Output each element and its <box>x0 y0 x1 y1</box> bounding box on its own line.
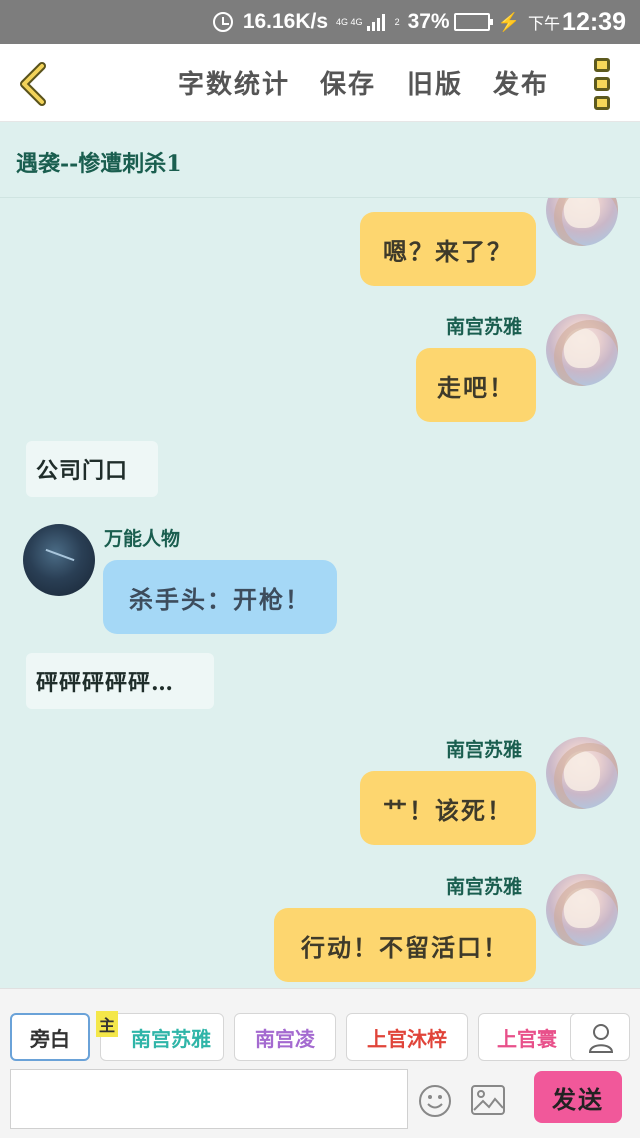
message-input[interactable] <box>10 1069 408 1129</box>
character-narrator[interactable]: 旁白 <box>10 1013 90 1061</box>
menu-dot-icon <box>594 96 610 110</box>
person-icon <box>588 1024 614 1053</box>
manage-characters-button[interactable] <box>570 1013 630 1061</box>
menu-dot-icon <box>594 77 610 91</box>
character-nangong-suya[interactable]: 南宫苏雅 <box>100 1013 224 1061</box>
speaker-name: 万能人物 <box>104 528 181 550</box>
send-button[interactable]: 发送 <box>534 1071 622 1123</box>
save-button[interactable]: 保存 <box>320 64 376 101</box>
message-bubble[interactable]: 走吧！ <box>416 348 536 422</box>
message-bubble[interactable]: 艹！该死！ <box>360 771 536 845</box>
chevron-left-icon <box>20 62 46 106</box>
status-bar: 16.16K/s 4G 4G 2 37% ⚡ 下午 12:39 <box>0 0 640 44</box>
speaker-name: 南宫苏雅 <box>446 876 523 898</box>
network-type: 4G 4G <box>336 17 363 27</box>
more-menu-button[interactable] <box>594 58 614 110</box>
speaker-name: 南宫苏雅 <box>446 739 523 761</box>
main-character-tag: 主 <box>96 1011 118 1037</box>
avatar[interactable] <box>546 198 618 246</box>
chat-area[interactable]: 嗯？来了？ 南宫苏雅 走吧！ 公司门口 万能人物 杀手头：开枪！ 砰砰砰砰砰… … <box>0 198 640 988</box>
emoji-icon[interactable] <box>418 1084 452 1118</box>
message-bubble[interactable]: 嗯？来了？ <box>360 212 536 286</box>
clock: 12:39 <box>562 7 626 36</box>
back-button[interactable] <box>16 62 52 106</box>
battery-percent: 37% <box>407 10 450 33</box>
avatar[interactable] <box>546 314 618 386</box>
narration-bubble[interactable]: 砰砰砰砰砰… <box>26 653 214 709</box>
alarm-icon <box>212 12 233 32</box>
avatar[interactable] <box>546 874 618 946</box>
character-shangguan-muzi[interactable]: 上官沐梓 <box>346 1013 468 1061</box>
top-toolbar: 字数统计 保存 旧版 发布 <box>0 44 640 122</box>
speaker-name: 南宫苏雅 <box>446 316 523 338</box>
signal-icon <box>366 13 385 31</box>
document-title[interactable]: 遇袭--惨遭刺杀1 <box>16 146 182 178</box>
avatar[interactable] <box>546 737 618 809</box>
menu-dot-icon <box>594 58 610 72</box>
message-bubble[interactable]: 杀手头：开枪！ <box>103 560 337 634</box>
sim-slot: 2 <box>394 17 400 27</box>
publish-button[interactable]: 发布 <box>493 64 549 101</box>
charging-icon: ⚡ <box>497 11 521 32</box>
narration-bubble[interactable]: 公司门口 <box>26 441 158 497</box>
character-shangguan-huan[interactable]: 上官寰 <box>478 1013 580 1061</box>
character-nangong-ling[interactable]: 南宫凌 <box>234 1013 336 1061</box>
composer-bar: 旁白 南宫苏雅 主 南宫凌 上官沐梓 上官寰 发送 <box>0 988 640 1138</box>
ampm-label: 下午 <box>528 16 561 33</box>
battery-icon <box>453 13 493 31</box>
avatar[interactable] <box>23 524 95 596</box>
word-count-button[interactable]: 字数统计 <box>178 64 290 101</box>
old-version-button[interactable]: 旧版 <box>407 64 463 101</box>
image-icon[interactable] <box>470 1084 506 1116</box>
net-speed: 16.16K/s <box>242 10 329 33</box>
message-bubble[interactable]: 行动！不留活口！ <box>274 908 536 982</box>
